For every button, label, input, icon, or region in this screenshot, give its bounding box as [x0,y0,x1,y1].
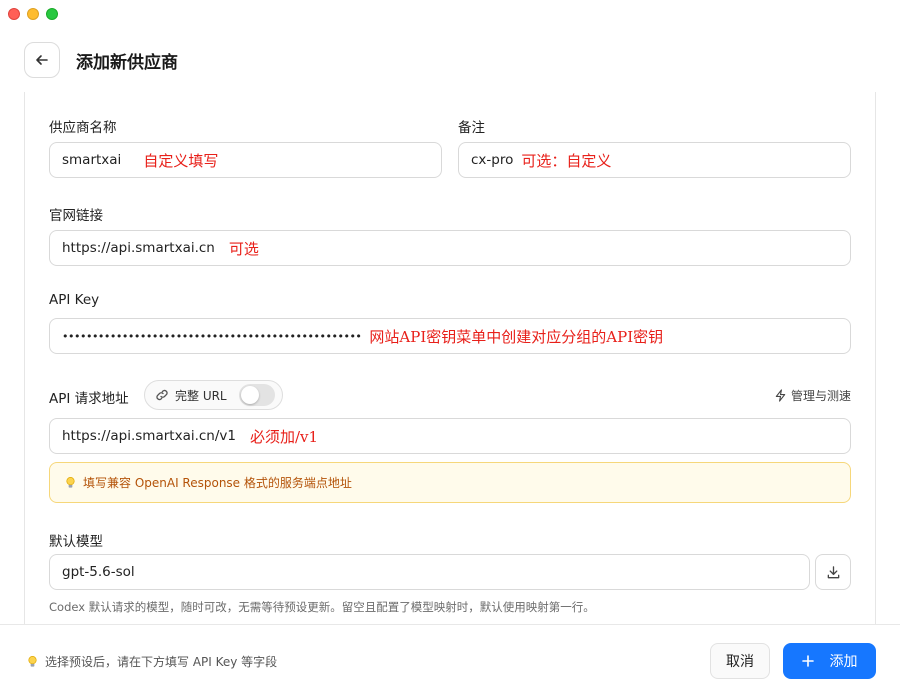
cancel-button[interactable]: 取消 [710,643,770,679]
back-button[interactable] [24,42,60,78]
switch-knob [240,386,259,404]
minimize-window-button[interactable] [27,8,39,20]
default-model-helper: Codex 默认请求的模型，随时可改，无需等待预设更新。留空且配置了模型映射时，… [49,600,595,614]
page-header: 添加新供应商 [24,42,178,78]
arrow-left-icon [36,55,48,65]
api-url-label: API 请求地址 [49,391,129,407]
provider-name-annotation: 自定义填写 [143,151,219,170]
remark-annotation: 可选：自定义 [521,151,612,170]
provider-name-input[interactable]: smartxai 自定义填写 [49,142,442,178]
footer-hint-text: 选择预设后，请在下方填写 API Key 等字段 [45,655,278,669]
website-value: https://api.smartxai.cn [62,240,215,256]
footer-hint: 选择预设后，请在下方填写 API Key 等字段 [26,653,277,670]
lightbulb-icon [66,477,75,488]
page-title: 添加新供应商 [76,52,178,73]
api-url-hint-text: 填写兼容 OpenAI Response 格式的服务端点地址 [83,476,352,490]
remark-input[interactable]: cx-pro 可选：自定义 [458,142,851,178]
manage-and-speedtest-label: 管理与测速 [790,389,851,403]
api-url-annotation: 必须加/v1 [249,427,319,446]
website-input[interactable]: https://api.smartxai.cn 可选 [49,230,851,266]
footer-bar: 选择预设后，请在下方填写 API Key 等字段 取消 添加 [0,624,900,694]
api-key-value: ••••••••••••••••••••••••••••••••••••••••… [62,329,362,343]
remark-label: 备注 [458,120,485,136]
website-annotation: 可选 [228,239,259,258]
fetch-models-button[interactable] [815,554,851,590]
default-model-input[interactable]: gpt-5.6-sol [49,554,810,590]
link-icon [156,389,168,401]
remark-value: cx-pro [471,152,514,168]
lightbulb-icon [28,656,37,667]
add-button-label: 添加 [829,654,858,670]
full-url-toggle[interactable]: 完整 URL [144,380,283,410]
api-key-input[interactable]: ••••••••••••••••••••••••••••••••••••••••… [49,318,851,354]
zoom-window-button[interactable] [46,8,58,20]
website-label: 官网链接 [49,208,103,224]
api-url-input[interactable]: https://api.smartxai.cn/v1 必须加/v1 [49,418,851,454]
full-url-toggle-label: 完整 URL [175,388,227,403]
window-controls [8,8,58,20]
manage-and-speedtest-button[interactable]: 管理与测速 [774,387,851,404]
lightning-icon [775,389,786,402]
api-key-annotation: 网站API密钥菜单中创建对应分组的API密钥 [369,327,664,346]
close-window-button[interactable] [8,8,20,20]
add-button[interactable]: 添加 [783,643,876,679]
default-model-label: 默认模型 [49,534,103,550]
api-key-label: API Key [49,292,100,308]
default-model-value: gpt-5.6-sol [62,564,135,580]
full-url-switch[interactable] [238,384,275,406]
download-icon [827,565,839,578]
api-url-value: https://api.smartxai.cn/v1 [62,428,236,444]
api-url-hint: 填写兼容 OpenAI Response 格式的服务端点地址 [49,462,851,503]
provider-name-value: smartxai [62,152,122,168]
plus-icon [801,655,814,667]
provider-name-label: 供应商名称 [49,120,117,136]
